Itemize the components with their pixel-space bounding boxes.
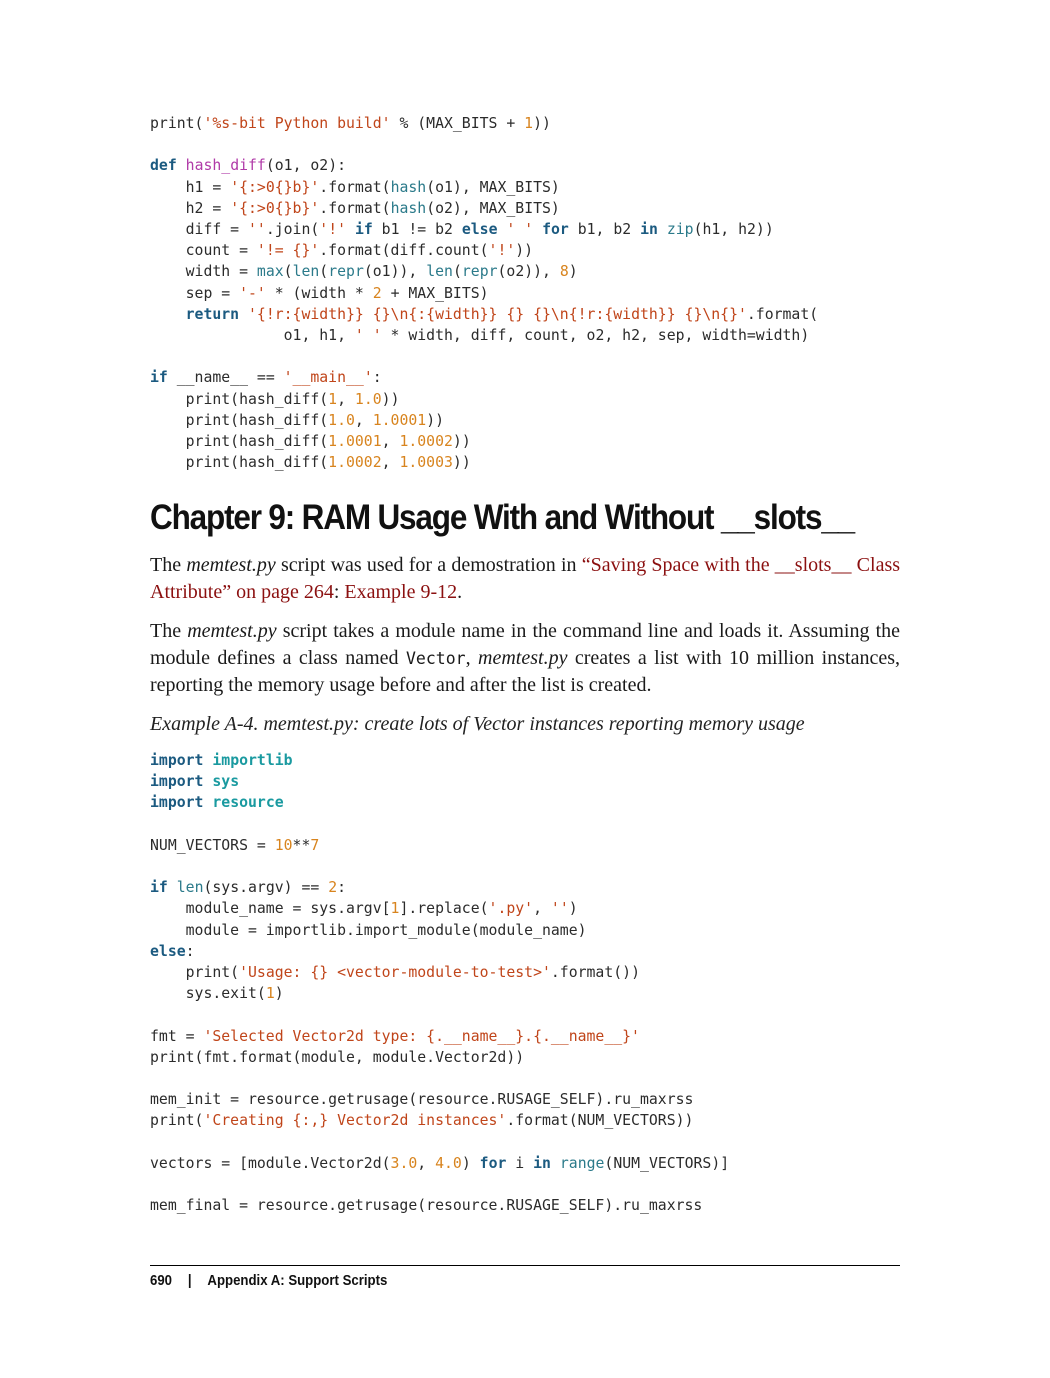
para2-comma: ,: [465, 646, 479, 669]
code-line: mem_init = resource.getrusage(resource.R…: [150, 1091, 694, 1109]
code-line: count = '!= {}'.format(diff.count('!')): [150, 242, 534, 260]
code-line: if len(sys.argv) == 2:: [150, 879, 347, 897]
footer-separator: |: [187, 1272, 192, 1289]
inline-code-vector: Vector: [405, 648, 466, 668]
code-line: import importlib: [150, 752, 293, 769]
code-line: print('%s-bit Python build' % (MAX_BITS …: [150, 115, 551, 132]
para1-mid: script was used for a demostration in: [275, 554, 582, 576]
code-line: print('Creating {:,} Vector2d instances'…: [150, 1112, 694, 1130]
example-cross-reference-link[interactable]: Example 9-12: [344, 581, 457, 603]
code-line: h2 = '{:>0{}b}'.format(hash(o2), MAX_BIT…: [150, 199, 560, 217]
description-paragraph: The memtest.py script takes a module nam…: [150, 618, 900, 699]
code-line: print(hash_diff(1.0, 1.0001)): [150, 411, 445, 429]
code-line: sep = '-' * (width * 2 + MAX_BITS): [150, 284, 489, 302]
code-line: print(fmt.format(module, module.Vector2d…: [150, 1048, 525, 1066]
code-line: module = importlib.import_module(module_…: [150, 921, 587, 939]
para1-end: .: [457, 580, 463, 603]
para1-colon: :: [333, 580, 345, 603]
code-line: def hash_diff(o1, o2):: [150, 157, 347, 175]
example-caption: Example A-4. memtest.py: create lots of …: [150, 713, 805, 735]
footer-section-title: Appendix A: Support Scripts: [207, 1272, 388, 1289]
code-listing-memtest: import importlib import sys import resou…: [150, 750, 729, 1216]
footer-rule: [150, 1265, 900, 1266]
code-line: vectors = [module.Vector2d(3.0, 4.0) for…: [150, 1154, 730, 1172]
code-line: print('Usage: {} <vector-module-to-test>…: [150, 964, 640, 982]
code-line: module_name = sys.argv[1].replace('.py',…: [150, 900, 578, 918]
code-line: width = max(len(repr(o1)), len(repr(o2))…: [150, 263, 578, 281]
code-line: print(hash_diff(1.0001, 1.0002)): [150, 433, 471, 451]
code-line: else:: [150, 942, 195, 960]
filename-memtest: memtest.py: [478, 646, 568, 669]
code-line: import resource: [150, 794, 284, 812]
code-listing-hash-diff: print('%s-bit Python build' % (MAX_BITS …: [150, 113, 818, 473]
code-line: mem_final = resource.getrusage(resource.…: [150, 1197, 703, 1215]
intro-paragraph: The memtest.py script was used for a dem…: [150, 552, 900, 605]
code-line: o1, h1, ' ' * width, diff, count, o2, h2…: [150, 327, 810, 345]
code-line: NUM_VECTORS = 10**7: [150, 836, 320, 854]
code-line: return '{!r:{width}} {}\n{:{width}} {} {…: [185, 305, 819, 323]
filename-memtest: memtest.py: [186, 554, 276, 576]
book-page: print('%s-bit Python build' % (MAX_BITS …: [0, 0, 1050, 1378]
code-line: fmt = 'Selected Vector2d type: {.__name_…: [150, 1027, 640, 1045]
para1-before: The: [150, 554, 187, 576]
chapter-heading: Chapter 9: RAM Usage With and Without __…: [150, 498, 855, 537]
code-line: diff = ''.join('!' if b1 != b2 else ' ' …: [150, 221, 774, 239]
code-line: sys.exit(1): [150, 985, 284, 1003]
code-line: print(hash_diff(1, 1.0)): [150, 390, 400, 408]
code-line: if __name__ == '__main__':: [150, 369, 382, 387]
code-line: h1 = '{:>0{}b}'.format(hash(o1), MAX_BIT…: [150, 178, 560, 196]
filename-memtest: memtest.py: [187, 620, 277, 642]
code-line: import sys: [150, 773, 240, 791]
page-number: 690: [150, 1272, 173, 1289]
para2-lead: The: [150, 620, 188, 642]
page-footer: 690 | Appendix A: Support Scripts: [150, 1272, 387, 1289]
code-line: print(hash_diff(1.0002, 1.0003)): [150, 454, 471, 472]
